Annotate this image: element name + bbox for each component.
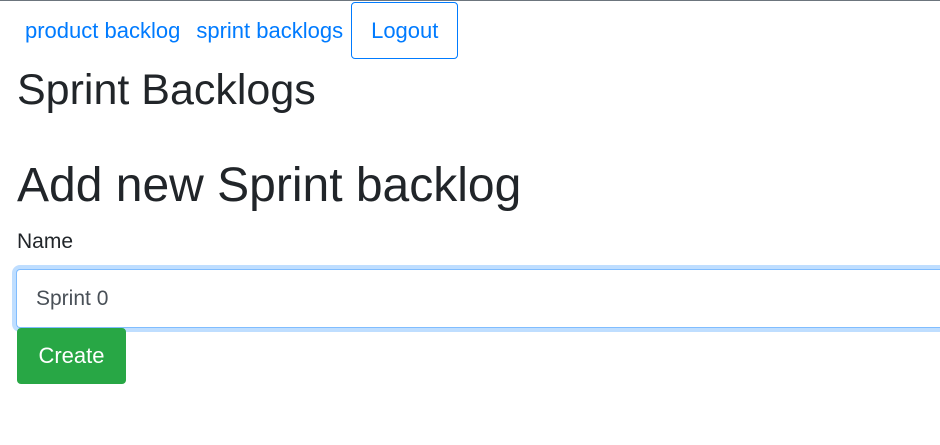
top-nav: product backlog sprint backlogs Logout bbox=[17, 2, 459, 59]
name-input[interactable] bbox=[16, 269, 940, 328]
nav-link-sprint-backlogs[interactable]: sprint backlogs bbox=[188, 19, 351, 42]
page-title: Sprint Backlogs bbox=[17, 66, 316, 114]
top-border bbox=[0, 0, 940, 1]
create-button[interactable]: Create bbox=[17, 328, 126, 384]
form-heading: Add new Sprint backlog bbox=[17, 159, 522, 212]
name-label: Name bbox=[17, 230, 74, 253]
logout-button[interactable]: Logout bbox=[351, 2, 459, 59]
nav-link-product-backlog[interactable]: product backlog bbox=[17, 19, 188, 42]
